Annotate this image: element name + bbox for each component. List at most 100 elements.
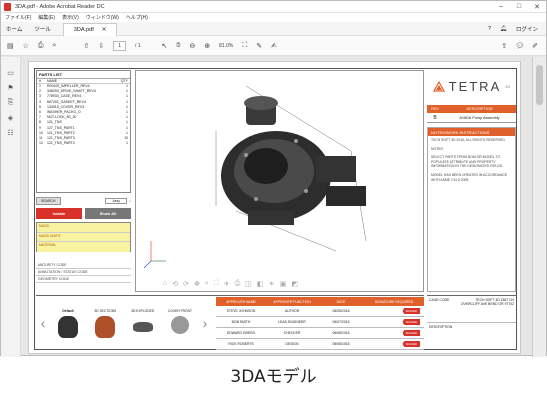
notes-panel: NOTES/WORK INSTRUCTIONS TECH SOFT 3D 201…	[427, 127, 516, 292]
signature-badge[interactable]: SIGNED	[402, 308, 420, 314]
menu-edit[interactable]: 編集(E)	[38, 14, 55, 21]
model-tree-icon[interactable]: ☷	[7, 129, 13, 137]
view-3d-exploded[interactable]: 3D EXPLODED	[125, 309, 161, 338]
comment-icon[interactable]: ✎	[256, 42, 262, 50]
close-button[interactable]: ✕	[528, 3, 546, 11]
notes-body: SELECT PARTS FROM BOM OR MODEL TO POPULA…	[431, 155, 503, 169]
signature-badge[interactable]: SIGNED	[402, 330, 420, 336]
view-cover-front[interactable]: COVER FRONT	[162, 309, 198, 338]
walk-icon[interactable]: ⛶	[214, 280, 219, 288]
highlight-icon[interactable]: ✐	[532, 42, 538, 50]
login-link[interactable]: ログイン	[516, 25, 538, 33]
view-label: 3D SECTIONS	[94, 308, 117, 313]
prop-value[interactable]	[77, 232, 130, 242]
projection-icon[interactable]: ◫	[245, 280, 252, 288]
tab-close-icon[interactable]: ✕	[102, 27, 107, 33]
menu-help[interactable]: ヘルプ(H)	[126, 14, 148, 21]
table-row: RICK ROBERTS DESIGN 06/08/2016 SIGNED	[216, 339, 424, 350]
cage-code-value: TECH SOFT 3D 1567 CH OVERCLIFF AVE BEND …	[460, 298, 514, 306]
fly-icon[interactable]: ✈︎	[224, 280, 230, 288]
tab-bar: ホーム ツール 3DA.pdf ✕ ? 🔔︎ ログイン	[1, 22, 546, 36]
part-name: 121_TNS_PART4	[47, 141, 75, 146]
bookmarks-icon[interactable]: ⚑	[7, 84, 13, 92]
isolate-button[interactable]: Isolate	[36, 208, 82, 219]
page-thumbnails-icon[interactable]: ▭	[7, 69, 14, 77]
3d-model-viewport[interactable]	[135, 70, 424, 292]
menu-view[interactable]: 表示(V)	[62, 14, 79, 21]
page-number-input[interactable]: 1	[113, 40, 126, 51]
bookmark-icon[interactable]: ☆	[23, 42, 29, 50]
share-icon[interactable]: ⇪	[501, 42, 507, 50]
cage-code-row: CAGE CODE TECH SOFT 3D 1567 CH OVERCLIFF…	[427, 296, 516, 323]
zoom-in-icon[interactable]: ⊕	[204, 42, 210, 50]
select-cursor-icon[interactable]: ↖	[162, 42, 168, 50]
layers-icon[interactable]: ◈	[8, 114, 13, 122]
tetra-logo: TETRA 4D	[427, 70, 516, 103]
isolate-controls: Isolate Show All	[36, 208, 131, 219]
toolbar: ▤ ☆ ⎙ ⌕ ⇧ ⇩ 1 / 1 ↖ ✋︎ ⊖ ⊕ 81.0% ⛶ ✎ ✍︎ …	[1, 36, 546, 56]
create-icon[interactable]: ▤	[7, 42, 14, 50]
sign-icon[interactable]: ✍︎	[271, 42, 277, 50]
hand-icon[interactable]: ✋︎	[176, 42, 180, 50]
prop-value[interactable]	[77, 223, 130, 232]
attachments-icon[interactable]: ⎘	[8, 99, 14, 107]
bell-icon[interactable]: 🔔︎	[500, 26, 507, 32]
print-icon[interactable]: ⎙	[38, 42, 44, 50]
next-page-icon[interactable]: ⇩	[98, 42, 104, 50]
home-view-icon[interactable]: ⌂	[163, 280, 167, 288]
lighting-icon[interactable]: ☀︎	[268, 280, 274, 288]
prop-key: MATERIAL	[37, 242, 77, 253]
col-signature: SIGNATURE REQUIRED	[374, 299, 414, 304]
search-row: SEARCH Assy ⌕	[36, 196, 131, 206]
view-3d-sections[interactable]: 3D SECTIONS	[87, 309, 123, 338]
description-label: DESCRIPTION	[429, 325, 453, 329]
vertical-scrollbar[interactable]	[532, 57, 546, 357]
tab-home[interactable]: ホーム	[6, 25, 22, 33]
spin-icon[interactable]: ⟳	[183, 280, 189, 288]
revision-desc: 8/4618 Pump Assembly	[459, 115, 500, 120]
search-button[interactable]: SEARCH	[36, 197, 61, 205]
tab-document[interactable]: 3DA.pdf ✕	[62, 22, 118, 36]
prev-page-icon[interactable]: ⇧	[83, 42, 89, 50]
pan-icon[interactable]: ✥	[194, 280, 200, 288]
comment-bubble-icon[interactable]: 💬︎	[515, 42, 524, 50]
tab-tools[interactable]: ツール	[34, 25, 51, 33]
prop-row: MASS UNITS	[37, 232, 130, 243]
pump-model-render[interactable]	[136, 71, 423, 291]
show-all-button[interactable]: Show All	[85, 208, 131, 219]
minimize-button[interactable]: –	[492, 3, 510, 11]
revision-header: REV DESCRIPTION	[427, 105, 516, 113]
scrollbar-thumb[interactable]	[536, 65, 543, 105]
signature-badge[interactable]: SIGNED	[402, 319, 420, 325]
view-label: 3D EXPLODED	[131, 308, 155, 313]
menu-window[interactable]: ウィンドウ(W)	[86, 14, 119, 21]
acrobat-app-icon	[4, 2, 11, 11]
view-default[interactable]: Default	[50, 309, 86, 338]
prop-value[interactable]	[77, 242, 130, 253]
search-go-icon[interactable]: ⌕	[129, 199, 131, 203]
render-mode-icon[interactable]: ◧	[257, 280, 264, 288]
search-mode-select[interactable]: Assy	[105, 198, 128, 204]
menu-file[interactable]: ファイル(F)	[5, 14, 31, 21]
rotate-icon[interactable]: ⟲	[172, 280, 178, 288]
zoom-3d-icon[interactable]: ⌕	[205, 280, 209, 288]
zoom-level[interactable]: 81.0%	[219, 43, 233, 49]
section-icon[interactable]: ◩	[291, 280, 298, 288]
carousel-prev-icon[interactable]: ‹	[36, 315, 50, 331]
carousel-next-icon[interactable]: ›	[198, 315, 212, 331]
figure-caption: 3DAモデル	[230, 367, 317, 387]
fit-page-icon[interactable]: ⛶	[242, 42, 247, 50]
camera-icon[interactable]: ⎙	[235, 280, 241, 288]
zoom-out-icon[interactable]: ⊖	[189, 42, 195, 50]
maximize-button[interactable]: □	[510, 3, 528, 11]
left-navigation-rail: ▭ ⚑ ⎘ ◈ ☷	[1, 57, 21, 357]
list-item[interactable]: 12 121_TNS_PART4 1	[37, 141, 130, 146]
rev-col: REV	[431, 107, 439, 111]
search-icon[interactable]: ⌕	[53, 42, 57, 50]
col-date: DATE	[336, 299, 346, 304]
background-icon[interactable]: ▣	[280, 280, 287, 288]
signature-badge[interactable]: SIGNED	[402, 341, 420, 347]
col-name: NAME	[47, 79, 58, 83]
revision-rev: B	[433, 114, 437, 121]
help-icon[interactable]: ?	[488, 26, 491, 32]
